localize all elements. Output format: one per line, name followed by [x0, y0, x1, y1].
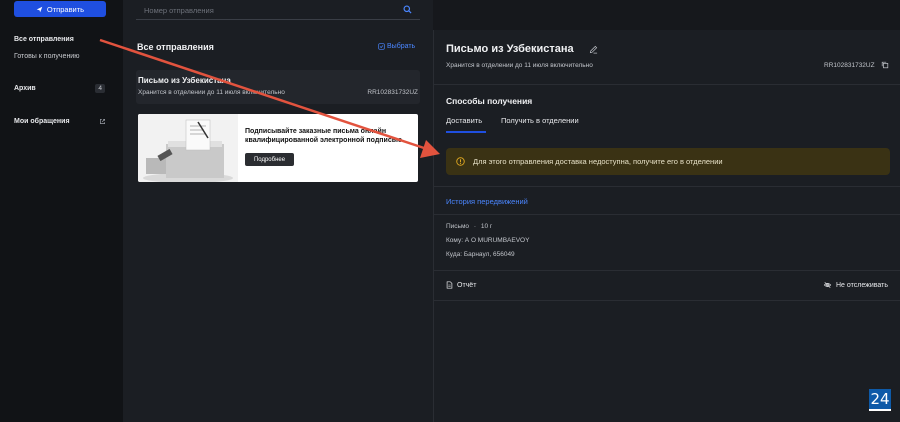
details-panel: [433, 30, 900, 422]
checkbox-icon: [378, 43, 385, 50]
divider: [434, 214, 900, 215]
shipment-card[interactable]: Письмо из Узбекистана Хранится в отделен…: [136, 70, 420, 104]
paper-plane-icon: [36, 6, 43, 12]
sidebar-item-archive[interactable]: Архив: [14, 85, 36, 92]
shipment-weight: 10 г: [480, 223, 493, 230]
card-subtitle: Хранится в отделении до 11 июля включите…: [138, 89, 285, 96]
banner-text: Подписывайте заказные письма онлайн квал…: [245, 128, 402, 144]
search-input[interactable]: Номер отправления: [144, 6, 214, 15]
send-button[interactable]: Отправить: [14, 1, 106, 17]
document-icon: [446, 281, 453, 289]
divider: [434, 84, 900, 85]
warning-text: Для этого отправления доставка недоступн…: [473, 157, 723, 166]
copy-icon[interactable]: [881, 61, 889, 69]
sidebar: Отправить Все отправления Готовы к получ…: [0, 0, 123, 422]
banner-more-button[interactable]: Подробнее: [245, 153, 294, 166]
sidebar-item-all[interactable]: Все отправления: [14, 36, 74, 43]
shipments-column: [123, 0, 433, 422]
details-track-number: RR102831732UZ: [824, 62, 875, 69]
tab-pickup[interactable]: Получить в отделении: [501, 116, 579, 125]
recipient: Кому: А О MURUMBAEVOY: [446, 237, 530, 244]
methods-title: Способы получения: [446, 96, 533, 106]
watermark-logo: 24: [869, 389, 891, 411]
search-bar[interactable]: Номер отправления: [136, 0, 420, 20]
divider: [434, 270, 900, 271]
list-title: Все отправления: [137, 42, 214, 52]
external-link-icon[interactable]: [99, 118, 106, 125]
archive-count-badge: 4: [95, 84, 105, 93]
delivery-warning: Для этого отправления доставка недоступн…: [446, 148, 890, 175]
history-link[interactable]: История передвижений: [446, 197, 528, 206]
details-subtitle: Хранится в отделении до 11 июля включите…: [446, 62, 593, 69]
card-title: Письмо из Узбекистана: [138, 76, 231, 85]
printer-illustration: [138, 114, 238, 182]
divider: [434, 186, 900, 187]
destination: Куда: Барнаул, 656049: [446, 251, 515, 258]
shipment-type: Письмо: [446, 223, 470, 230]
report-label: Отчёт: [457, 281, 477, 289]
card-track-number: RR102831732UZ: [367, 89, 418, 96]
send-button-label: Отправить: [46, 4, 85, 14]
untrack-label: Не отслеживать: [836, 281, 888, 289]
eye-off-icon: [823, 281, 832, 289]
report-button[interactable]: Отчёт: [446, 281, 476, 289]
search-icon[interactable]: [403, 5, 412, 14]
warning-icon: [456, 157, 465, 166]
divider: [434, 300, 900, 301]
sidebar-item-ready[interactable]: Готовы к получению: [14, 53, 79, 60]
details-title: Письмо из Узбекистана: [446, 43, 574, 55]
active-tab-indicator: [446, 131, 486, 133]
untrack-button[interactable]: Не отслеживать: [823, 281, 888, 289]
select-label: Выбрать: [387, 43, 416, 50]
tab-deliver[interactable]: Доставить: [446, 116, 482, 125]
promo-banner[interactable]: Подписывайте заказные письма онлайн квал…: [138, 114, 418, 182]
sidebar-item-appeals[interactable]: Мои обращения: [14, 118, 70, 125]
select-button[interactable]: Выбрать: [378, 43, 415, 50]
shipment-type-weight: Письмо · 10 г: [446, 223, 493, 230]
pencil-icon[interactable]: [589, 45, 598, 54]
